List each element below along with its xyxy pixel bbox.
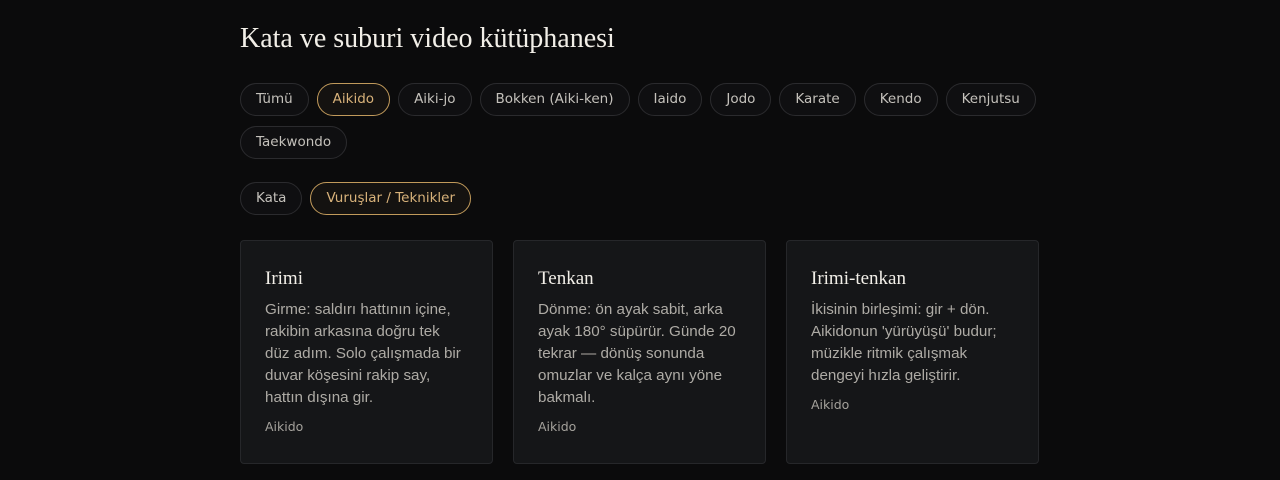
video-card-list: Irimi Girme: saldırı hattının içine, rak… [240,240,1040,464]
filter-chip-all[interactable]: Tümü [240,83,309,116]
filter-chip-karate[interactable]: Karate [779,83,856,116]
filter-chip-kendo[interactable]: Kendo [863,83,938,116]
card-description: Dönme: ön ayak sabit, arka ayak 180° süp… [538,301,736,406]
card-discipline-tag: Aikido [538,419,577,434]
card-description: Girme: saldırı hattının içine, rakibin a… [265,301,461,406]
type-chip-kata[interactable]: Kata [240,182,303,215]
card-title: Irimi [265,268,303,289]
filter-chip-bokken[interactable]: Bokken (Aiki-ken) [479,83,630,116]
filter-chip-taekwondo[interactable]: Taekwondo [240,126,348,159]
card-discipline-tag: Aikido [811,397,850,412]
type-chip-techniques[interactable]: Vuruşlar / Teknikler [310,182,471,215]
card-discipline-tag: Aikido [265,419,304,434]
page-title: Kata ve suburi video kütüphanesi [240,23,615,54]
discipline-filter-group: Tümü Aikido Aiki-jo Bokken (Aiki-ken) Ia… [240,83,1040,159]
card-title: Irimi-tenkan [811,268,906,289]
card-title: Tenkan [538,268,594,289]
card-description: İkisinin birleşimi: gir + dön. Aikidonun… [811,301,997,384]
type-filter-group: Kata Vuruşlar / Teknikler [240,182,1040,215]
filter-chip-aikido[interactable]: Aikido [316,83,391,116]
video-card[interactable]: Tenkan Dönme: ön ayak sabit, arka ayak 1… [513,240,766,464]
filter-chip-aiki-jo[interactable]: Aiki-jo [398,83,472,116]
filter-chip-kenjutsu[interactable]: Kenjutsu [945,83,1036,116]
filter-chip-iaido[interactable]: Iaido [637,83,703,116]
filter-chip-jodo[interactable]: Jodo [710,83,772,116]
video-card[interactable]: Irimi Girme: saldırı hattının içine, rak… [240,240,493,464]
video-card[interactable]: Irimi-tenkan İkisinin birleşimi: gir + d… [786,240,1039,464]
